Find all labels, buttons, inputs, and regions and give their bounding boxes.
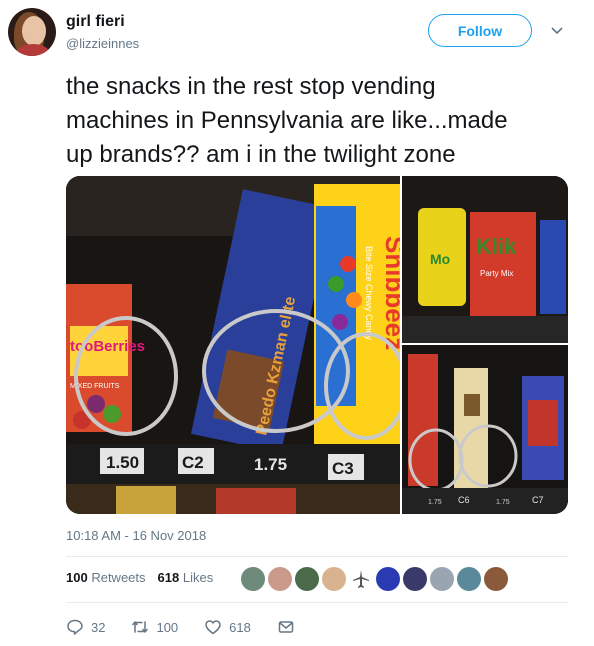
reply-icon: [67, 619, 83, 635]
heart-icon: [205, 620, 221, 635]
follow-button[interactable]: Follow: [428, 14, 532, 47]
liker-avatar[interactable]: [241, 567, 265, 591]
direct-message-button[interactable]: [277, 618, 295, 636]
reply-count: 32: [91, 619, 106, 635]
reply-button[interactable]: 32: [66, 618, 105, 636]
liker-avatar[interactable]: [403, 567, 427, 591]
slot-label: C6: [458, 495, 470, 505]
retweet-count: 100: [156, 619, 179, 635]
slot-label: C7: [532, 495, 544, 505]
liker-avatar[interactable]: [268, 567, 292, 591]
divider: [66, 556, 568, 557]
price-tag: 1.75: [254, 455, 287, 474]
chevron-down-icon[interactable]: [548, 22, 566, 40]
slot-label: C3: [332, 459, 354, 478]
photo-bottom-right[interactable]: 1.75 C6 1.75 C7: [402, 345, 568, 514]
tweet-line: machines in Pennsylvania are like...made: [66, 107, 508, 134]
price-tag: 1.50: [106, 453, 139, 472]
brand-klik-sub: Party Mix: [480, 269, 513, 278]
liker-avatar[interactable]: [430, 567, 454, 591]
brand-mo: Mo: [430, 251, 450, 267]
display-name[interactable]: girl fieri: [66, 13, 125, 31]
avatar-shirt: [16, 44, 50, 56]
liker-avatars: [241, 567, 508, 591]
airplane-icon[interactable]: [349, 567, 373, 591]
vending-machine-photos: tooBerries MIXED FRUITS Peedo Kzman elit…: [66, 176, 568, 514]
photo-top-right[interactable]: Mo Klik Party Mix: [402, 176, 568, 343]
likes-count: 618: [157, 570, 180, 585]
engagement-stats: 100 Retweets 618 Likes: [66, 570, 213, 585]
brand-klik: Klik: [476, 234, 517, 259]
tweet-line: up brands?? am i in the twilight zone: [66, 141, 456, 168]
retweet-button[interactable]: 100: [131, 618, 178, 636]
retweets-label: Retweets: [91, 570, 146, 585]
tweet-line: the snacks in the rest stop vending: [66, 73, 436, 100]
photo-main[interactable]: tooBerries MIXED FRUITS Peedo Kzman elit…: [66, 176, 410, 514]
liker-avatar[interactable]: [376, 567, 400, 591]
liker-avatar[interactable]: [295, 567, 319, 591]
user-handle[interactable]: @lizzieinnes: [66, 36, 139, 51]
retweet-icon: [132, 621, 149, 633]
price-tag: 1.75: [496, 499, 510, 506]
liker-avatar[interactable]: [484, 567, 508, 591]
like-button[interactable]: 618: [204, 618, 251, 636]
divider: [66, 602, 568, 603]
liker-avatar[interactable]: [457, 567, 481, 591]
like-count: 618: [229, 619, 251, 635]
likes-label: Likes: [182, 570, 214, 585]
tweet-text: the snacks in the rest stop vending mach…: [66, 70, 576, 172]
avatar[interactable]: [8, 8, 56, 56]
price-tag: 1.75: [428, 499, 442, 506]
tweet-actions: 32 100 618: [66, 618, 321, 636]
retweets-stat[interactable]: 100 Retweets: [66, 570, 146, 585]
tweet-timestamp[interactable]: 10:18 AM - 16 Nov 2018: [66, 528, 206, 543]
brand-snibbeez-sub: Bite Size Chewy Candy: [364, 246, 374, 341]
avatar-face: [22, 16, 46, 46]
retweets-count: 100: [66, 570, 88, 585]
likes-stat[interactable]: 618 Likes: [158, 570, 214, 585]
envelope-icon: [278, 621, 294, 633]
media-grid[interactable]: tooBerries MIXED FRUITS Peedo Kzman elit…: [66, 176, 568, 514]
liker-avatar[interactable]: [322, 567, 346, 591]
slot-label: C2: [182, 453, 204, 472]
